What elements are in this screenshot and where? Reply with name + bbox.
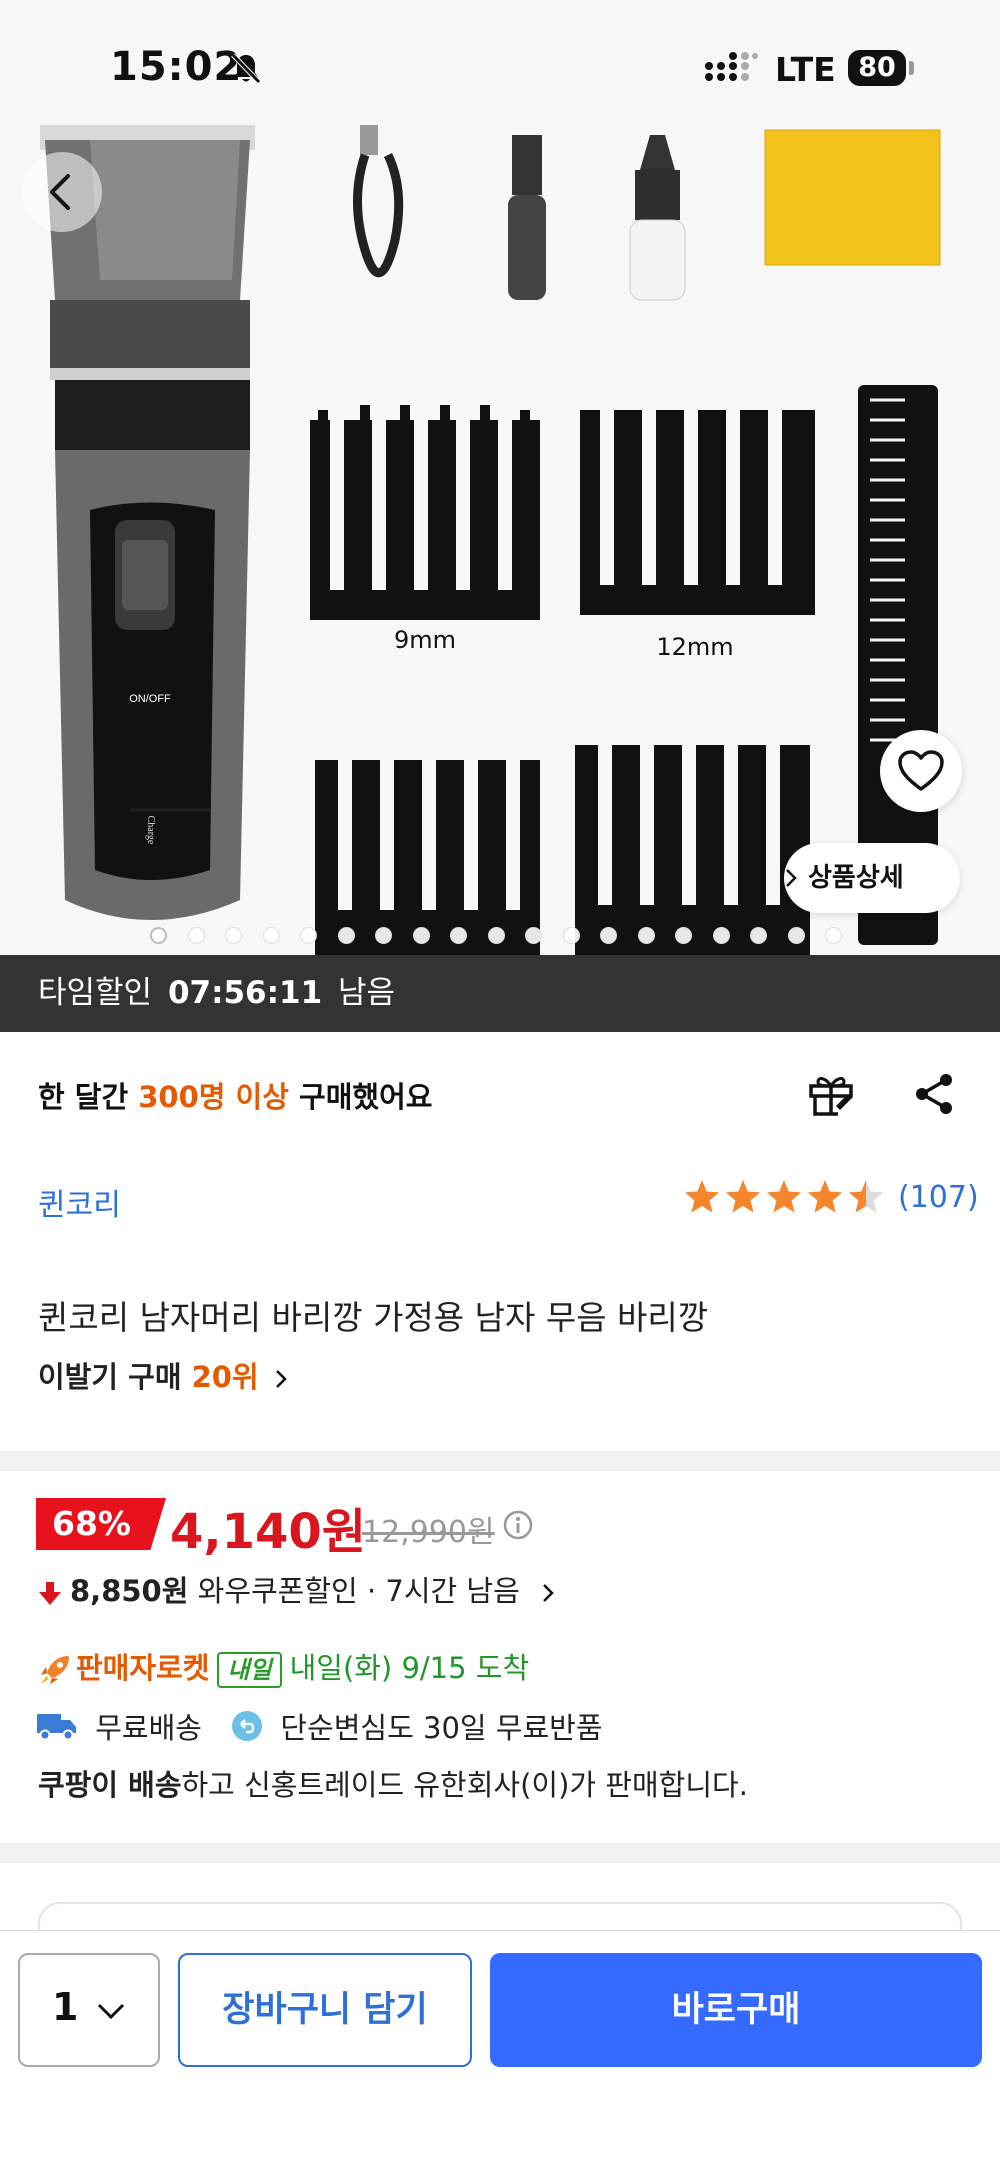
star-icon: [684, 1180, 720, 1213]
coupon-label: 와우쿠폰할인 · 7시간 남음: [197, 1574, 520, 1608]
carousel-dot[interactable]: [337, 927, 355, 944]
return-icon: [232, 1711, 263, 1741]
carousel-dot[interactable]: [187, 927, 205, 944]
wishlist-button[interactable]: [880, 730, 962, 812]
carousel-dot[interactable]: [712, 927, 730, 944]
gift-icon[interactable]: [806, 1070, 856, 1118]
section-divider: [0, 1843, 1000, 1863]
product-detail-label: 상품상세: [808, 863, 904, 893]
coupon-discount-row[interactable]: 8,850원 와우쿠폰할인 · 7시간 남음: [38, 1568, 555, 1610]
quantity-value: 1: [52, 1985, 79, 2029]
battery-icon: 80: [848, 50, 906, 86]
purchase-bar: 1 장바구니 담기 바로구매: [0, 1930, 1000, 2167]
chevron-right-icon: [786, 869, 797, 887]
carousel-dot[interactable]: [787, 927, 805, 944]
carousel-dot[interactable]: [412, 927, 430, 944]
share-icon[interactable]: [912, 1071, 956, 1117]
signal-icon: [705, 52, 758, 81]
product-detail-button[interactable]: 상품상세: [784, 843, 960, 913]
rocket-label: 판매자로켓: [76, 1651, 210, 1685]
section-divider: [0, 1451, 1000, 1471]
review-count-link[interactable]: (107): [898, 1180, 979, 1215]
chevron-down-icon: [97, 2003, 125, 2020]
purchase-prefix: 한 달간: [38, 1080, 129, 1114]
product-photo: ON/OFF Charge 9mm 12mm: [0, 0, 1000, 955]
star-icon: [807, 1180, 843, 1213]
free-shipping-label: 무료배송: [95, 1711, 202, 1745]
carousel-dot[interactable]: [675, 927, 692, 944]
time-sale-bar: 타임할인 07:56:11 남음: [0, 955, 1000, 1032]
info-icon[interactable]: [502, 1509, 534, 1541]
time-sale-countdown: 07:56:11: [167, 975, 323, 1011]
svg-text:9mm: 9mm: [394, 626, 456, 654]
carousel-dot[interactable]: [375, 927, 392, 944]
buy-now-button[interactable]: 바로구매: [490, 1953, 982, 2067]
hair-clipper-image: ON/OFF Charge: [40, 125, 255, 920]
chevron-right-icon: [543, 1584, 554, 1602]
discount-badge: 68%: [36, 1498, 166, 1550]
original-price: 12,990원: [362, 1515, 495, 1550]
arrow-down-icon: [39, 1582, 61, 1605]
seller-bold: 쿠팡이 배송: [38, 1768, 182, 1802]
carousel-pagination[interactable]: [150, 924, 850, 946]
purchase-count-text: 한 달간 300명 이상 구매했어요: [38, 1074, 432, 1116]
add-to-cart-button[interactable]: 장바구니 담기: [178, 1953, 472, 2067]
carousel-dot[interactable]: [525, 927, 542, 944]
coupon-amount: 8,850원: [70, 1574, 189, 1608]
time-sale-prefix: 타임할인: [38, 975, 153, 1011]
rating-stars: [684, 1180, 884, 1213]
star-icon: [848, 1180, 884, 1213]
svg-text:Charge: Charge: [145, 816, 156, 845]
battery-tip: [909, 61, 914, 75]
product-title: 퀸코리 남자머리 바리깡 가정용 남자 무음 바리깡: [38, 1298, 709, 1337]
product-image-carousel[interactable]: ON/OFF Charge 9mm 12mm 상품상세: [0, 0, 1000, 955]
svg-text:12mm: 12mm: [656, 633, 733, 661]
chevron-right-icon: [275, 1370, 287, 1388]
quantity-select[interactable]: 1: [18, 1953, 160, 2067]
carousel-dot[interactable]: [225, 927, 242, 944]
sponge-image: [764, 129, 941, 266]
rank-value: 20위: [191, 1360, 259, 1394]
network-type: LTE: [775, 50, 836, 89]
chevron-left-icon: [50, 174, 70, 210]
carousel-dot[interactable]: [750, 927, 767, 944]
carousel-dot[interactable]: [562, 927, 580, 944]
shipping-info-row: 무료배송 단순변심도 30일 무료반품: [36, 1705, 603, 1747]
purchase-count: 300명 이상: [138, 1080, 289, 1114]
carousel-dot[interactable]: [825, 927, 842, 944]
back-button[interactable]: [22, 152, 102, 232]
category-rank-link[interactable]: 이발기 구매 20위: [38, 1354, 287, 1396]
carousel-dot[interactable]: [637, 927, 655, 944]
time-sale-suffix: 남음: [338, 975, 396, 1011]
status-time: 15:02: [110, 44, 243, 90]
rocket-icon: [41, 1656, 69, 1684]
status-bar: 15:02 LTE 80: [0, 0, 1000, 130]
carousel-dot[interactable]: [487, 927, 505, 944]
cleaning-brush-image: [508, 135, 546, 300]
star-icon: [766, 1180, 802, 1213]
svg-text:ON/OFF: ON/OFF: [129, 693, 171, 705]
carousel-dot[interactable]: [300, 927, 317, 944]
sale-price: 4,140원: [170, 1504, 366, 1560]
brand-link[interactable]: 퀸코리: [38, 1180, 121, 1224]
truck-icon: [37, 1714, 76, 1741]
carousel-dot[interactable]: [150, 927, 167, 944]
seller-info: 쿠팡이 배송하고 신홍트레이드 유한회사(이)가 판매합니다.: [38, 1762, 748, 1804]
heart-icon: [898, 750, 944, 791]
carousel-dot[interactable]: [262, 927, 280, 944]
free-return-label: 단순변심도 30일 무료반품: [280, 1711, 603, 1745]
star-icon: [725, 1180, 761, 1213]
tomorrow-badge: 내일: [217, 1652, 282, 1688]
purchase-suffix: 구매했어요: [299, 1080, 433, 1114]
carousel-dot[interactable]: [600, 927, 617, 944]
delivery-eta-row: 판매자로켓 내일 내일(화) 9/15 도착: [38, 1645, 529, 1688]
carousel-dot[interactable]: [450, 927, 467, 944]
seller-rest: 하고 신홍트레이드 유한회사(이)가 판매합니다.: [181, 1768, 748, 1802]
bell-muted-icon: [231, 53, 261, 84]
delivery-eta: 내일(화) 9/15 도착: [289, 1651, 530, 1685]
rank-prefix: 이발기 구매: [38, 1360, 182, 1394]
